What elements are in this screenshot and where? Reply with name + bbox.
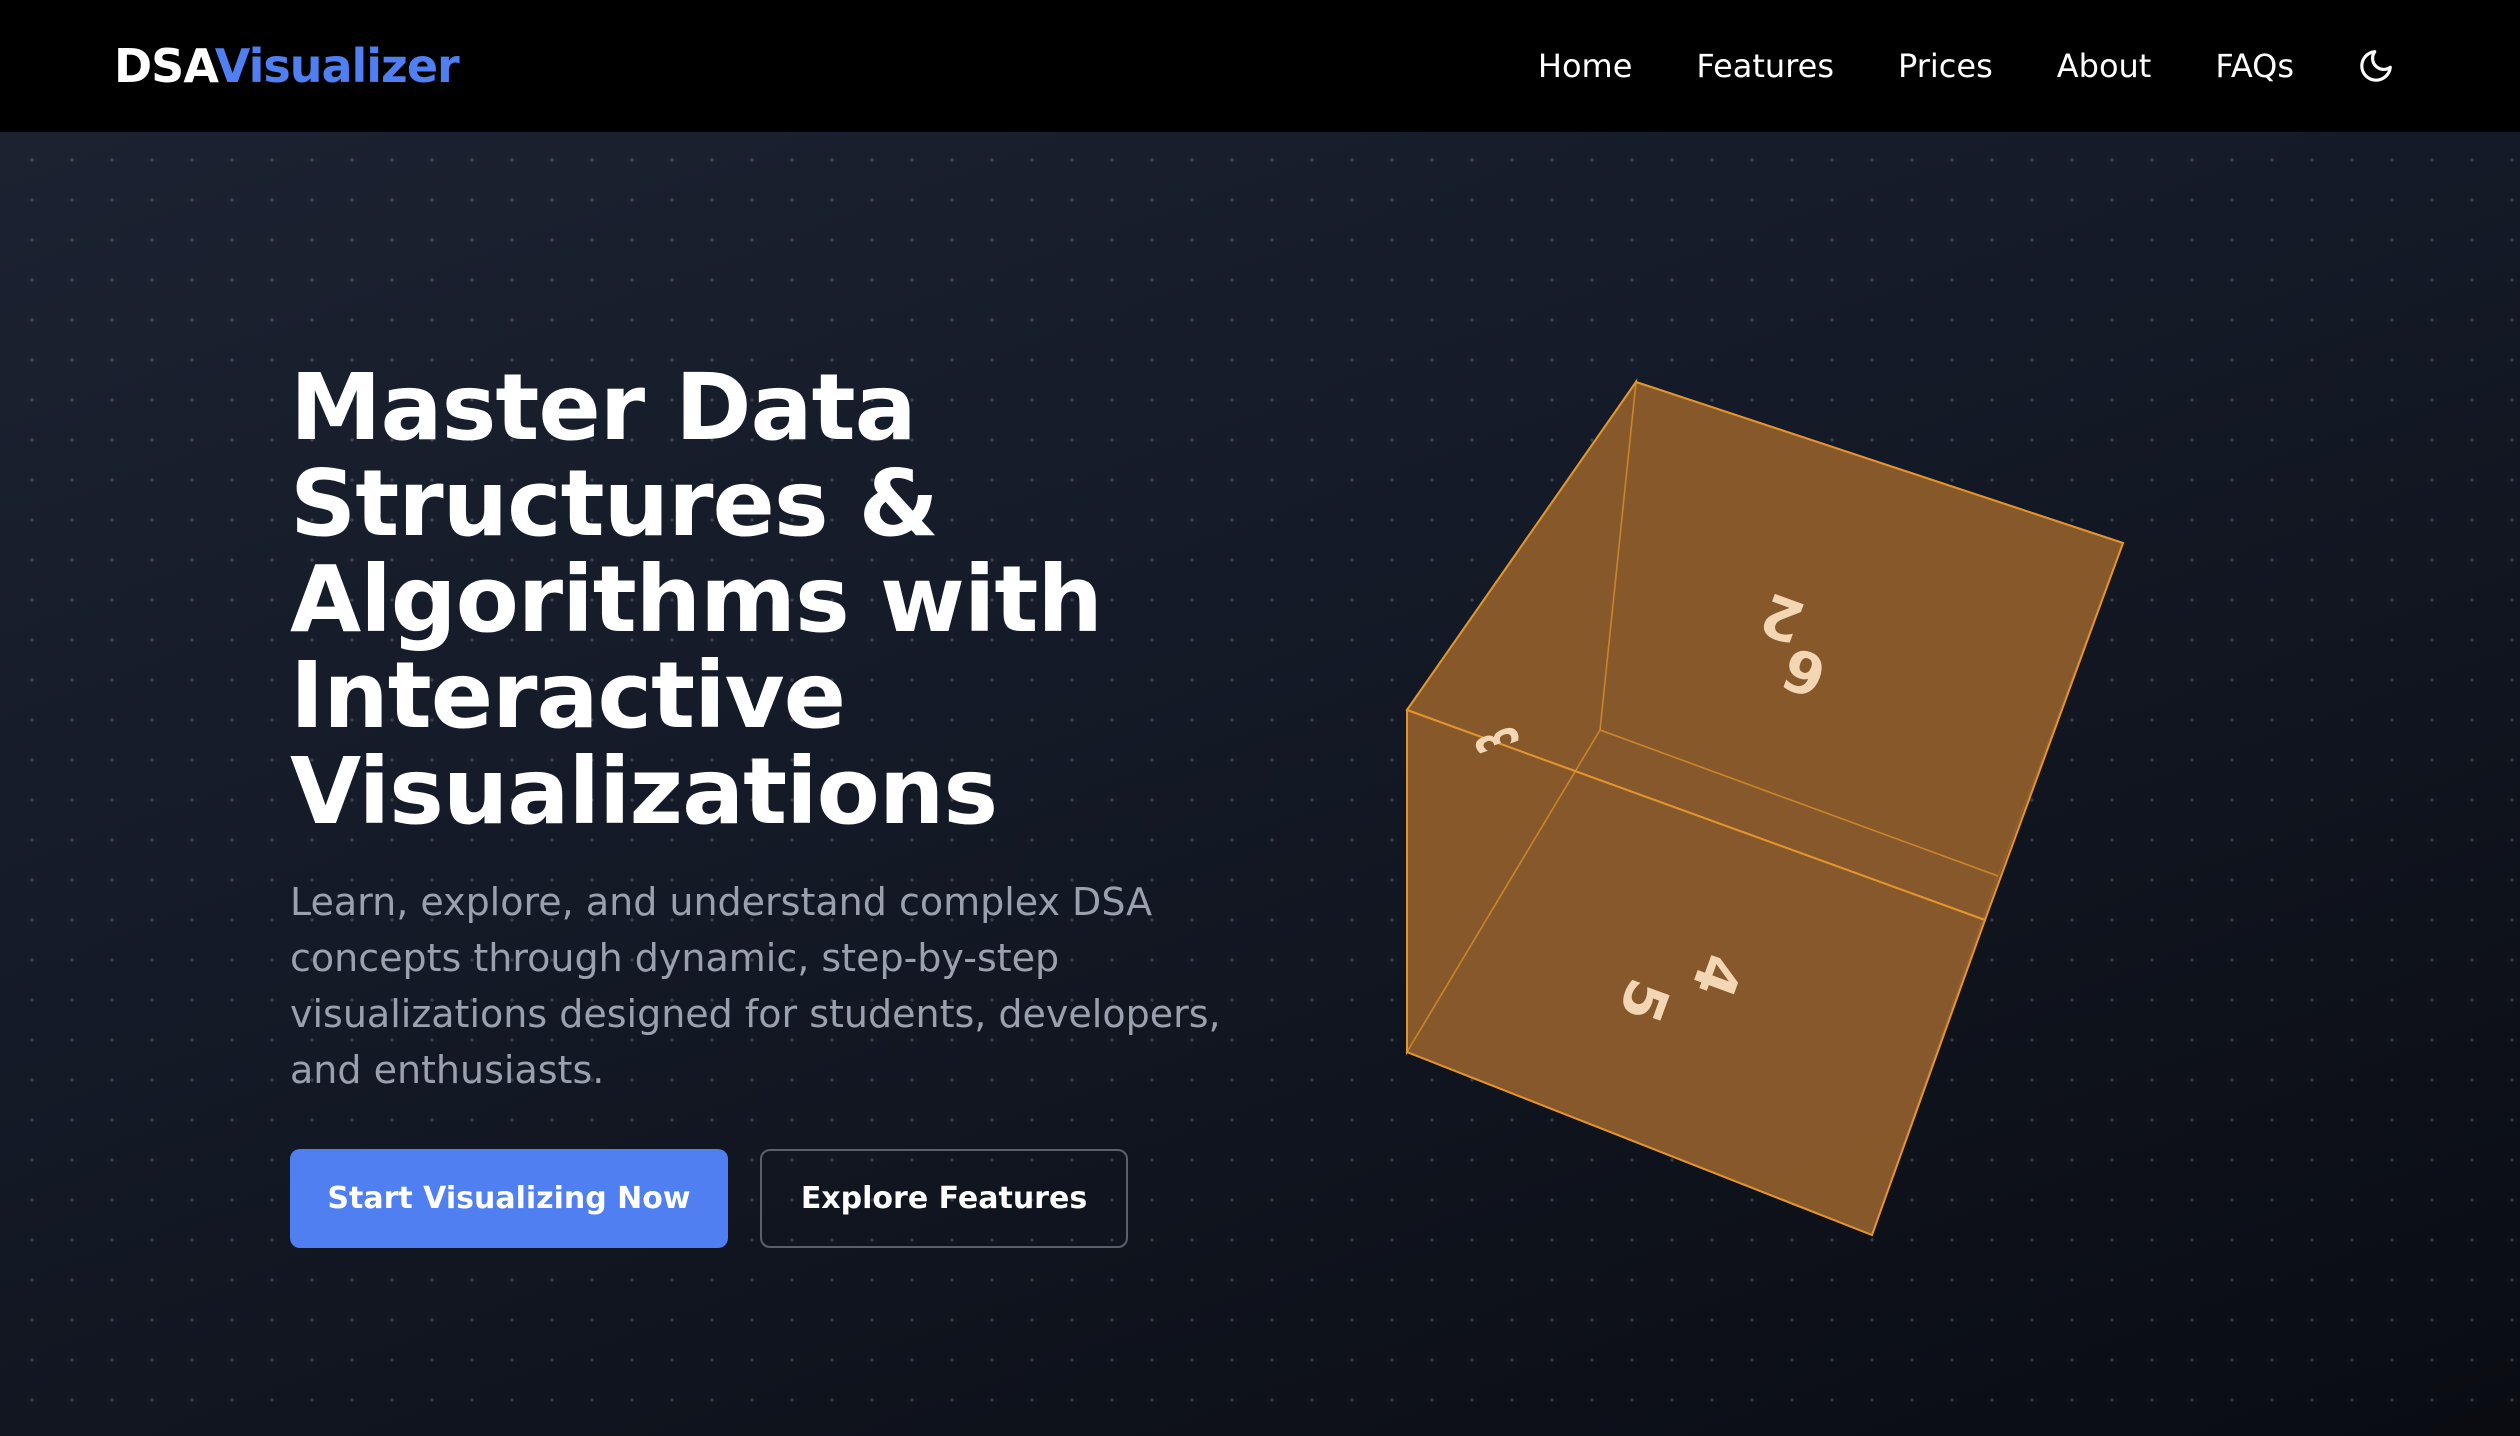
logo[interactable]: DSAVisualizer: [114, 39, 460, 93]
hero-title: Master Data Structures & Algorithms with…: [290, 354, 1103, 845]
nav-link-faqs[interactable]: FAQs: [2215, 47, 2294, 85]
navbar: DSAVisualizer Home Features Prices About…: [0, 0, 2520, 132]
nav-link-features[interactable]: Features: [1696, 47, 1834, 85]
start-visualizing-button[interactable]: Start Visualizing Now: [290, 1149, 728, 1248]
nav-link-home[interactable]: Home: [1538, 47, 1633, 85]
explore-features-button[interactable]: Explore Features: [760, 1149, 1128, 1248]
nav-link-about[interactable]: About: [2057, 47, 2152, 85]
theme-toggle-button[interactable]: [2352, 42, 2400, 90]
nav-link-prices[interactable]: Prices: [1898, 47, 1993, 85]
logo-visualizer: Visualizer: [214, 39, 460, 93]
moon-icon: [2360, 50, 2392, 82]
logo-dsa: DSA: [114, 39, 216, 93]
rotating-cube: 6 2 3 4 5: [1405, 378, 2125, 1237]
nav-links: Home Features Prices About FAQs: [1538, 47, 2294, 85]
hero-subtitle: Learn, explore, and understand complex D…: [290, 880, 1221, 1092]
page: DSAVisualizer Home Features Prices About…: [0, 0, 2520, 1436]
